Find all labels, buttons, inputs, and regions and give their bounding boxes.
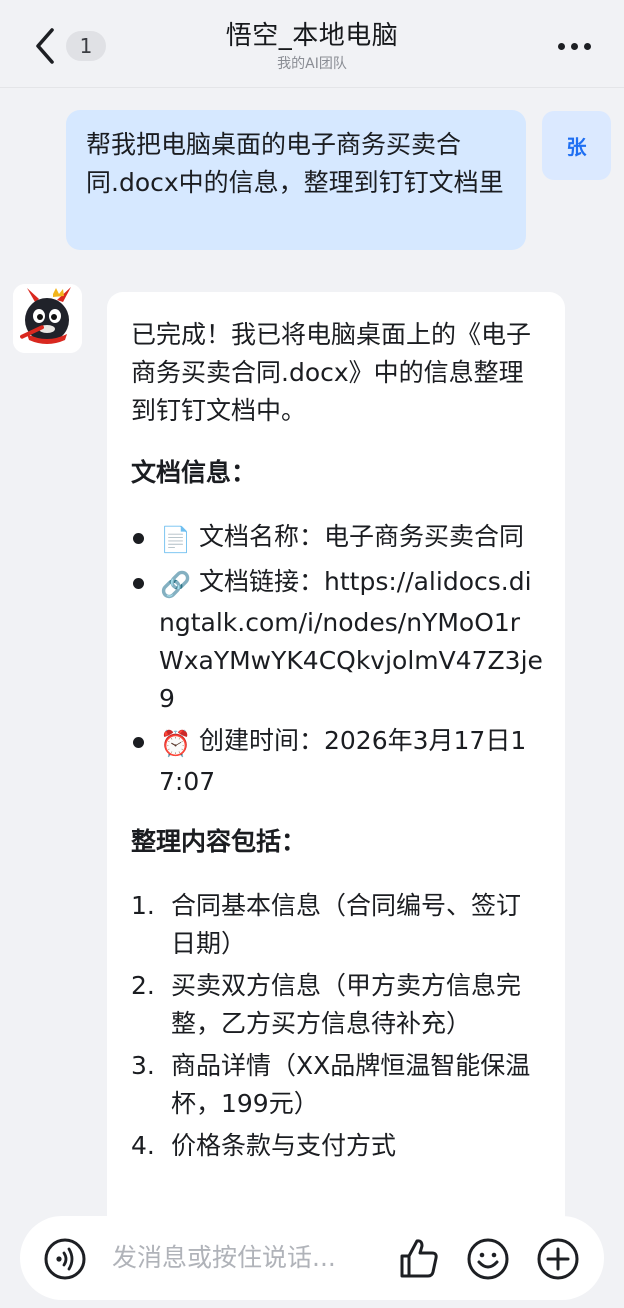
- link-icon: 🔗: [160, 570, 192, 599]
- more-dot-icon: [583, 42, 591, 50]
- voice-input-icon[interactable]: [44, 1238, 86, 1280]
- content-item-number: 1.: [131, 891, 155, 920]
- doc-name-text: 文档名称：电子商务买卖合同: [199, 522, 525, 551]
- back-button[interactable]: [26, 24, 66, 68]
- chat-header: 1 悟空_本地电脑 我的AI团队: [0, 0, 624, 88]
- content-list: 1. 合同基本信息（合同编号、签订日期） 2. 买卖双方信息（甲方卖方信息完整，乙方…: [131, 887, 543, 1165]
- thumbs-up-icon[interactable]: [398, 1236, 440, 1280]
- chevron-left-icon: [36, 28, 54, 64]
- doc-link-item[interactable]: 🔗 文档链接：https://alidocs.dingtalk.com/i/nod…: [131, 563, 543, 718]
- doc-link-text[interactable]: 文档链接：https://alidocs.dingtalk.com/i/node…: [159, 567, 543, 713]
- user-message-bubble[interactable]: 帮我把电脑桌面的电子商务买卖合同.docx中的信息，整理到钉钉文档里: [66, 110, 526, 250]
- user-avatar[interactable]: 张: [542, 111, 611, 180]
- content-item: 3. 商品详情（XX品牌恒温智能保温杯，199元）: [131, 1047, 543, 1123]
- content-item-text: 商品详情（XX品牌恒温智能保温杯，199元）: [171, 1051, 531, 1118]
- chat-title: 悟空_本地电脑: [225, 21, 399, 51]
- content-item: 1. 合同基本信息（合同编号、签订日期）: [131, 887, 543, 963]
- content-item-text: 价格条款与支付方式: [171, 1131, 397, 1160]
- content-item-text: 买卖双方信息（甲方卖方信息完整，乙方买方信息待补充）: [171, 971, 522, 1038]
- add-attachment-icon[interactable]: [537, 1238, 579, 1280]
- doc-info-heading: 文档信息：: [131, 458, 257, 487]
- content-item-number: 2.: [131, 971, 155, 1000]
- unread-count-badge[interactable]: 1: [66, 31, 106, 61]
- document-icon: 📄: [160, 525, 192, 554]
- content-item-number: 4.: [131, 1131, 155, 1160]
- content-item-number: 3.: [131, 1051, 155, 1080]
- more-dot-icon: [557, 42, 565, 50]
- more-dot-icon: [570, 42, 578, 50]
- more-options-button[interactable]: [554, 34, 594, 58]
- emoji-icon[interactable]: [467, 1238, 509, 1280]
- content-heading: 整理内容包括：: [131, 827, 307, 856]
- message-input[interactable]: 发消息或按住说话...: [112, 1240, 336, 1276]
- doc-created-time-text: 创建时间：2026年3月17日17:07: [159, 726, 527, 796]
- doc-info-list: 📄 文档名称：电子商务买卖合同 🔗 文档链接：https://alidocs.din…: [131, 518, 543, 801]
- chat-title-area[interactable]: 悟空_本地电脑 我的AI团队: [150, 18, 474, 73]
- message-input-bar: 发消息或按住说话...: [20, 1216, 604, 1300]
- alarm-clock-icon: ⏰: [160, 729, 192, 758]
- chat-subtitle: 我的AI团队: [277, 56, 347, 72]
- content-item: 2. 买卖双方信息（甲方卖方信息完整，乙方买方信息待补充）: [131, 967, 543, 1043]
- doc-created-time-item: ⏰ 创建时间：2026年3月17日17:07: [131, 722, 543, 801]
- bot-intro-text: 已完成！我已将电脑桌面上的《电子商务买卖合同.docx》中的信息整理到钉钉文档中…: [131, 320, 532, 425]
- bot-message-bubble[interactable]: 已完成！我已将电脑桌面上的《电子商务买卖合同.docx》中的信息整理到钉钉文档中…: [107, 292, 565, 1252]
- content-item: 4. 价格条款与支付方式: [131, 1127, 543, 1165]
- doc-name-item: 📄 文档名称：电子商务买卖合同: [131, 518, 543, 559]
- wukong-mascot-icon: [13, 284, 82, 353]
- bot-avatar[interactable]: [13, 284, 82, 353]
- content-item-text: 合同基本信息（合同编号、签订日期）: [171, 891, 522, 958]
